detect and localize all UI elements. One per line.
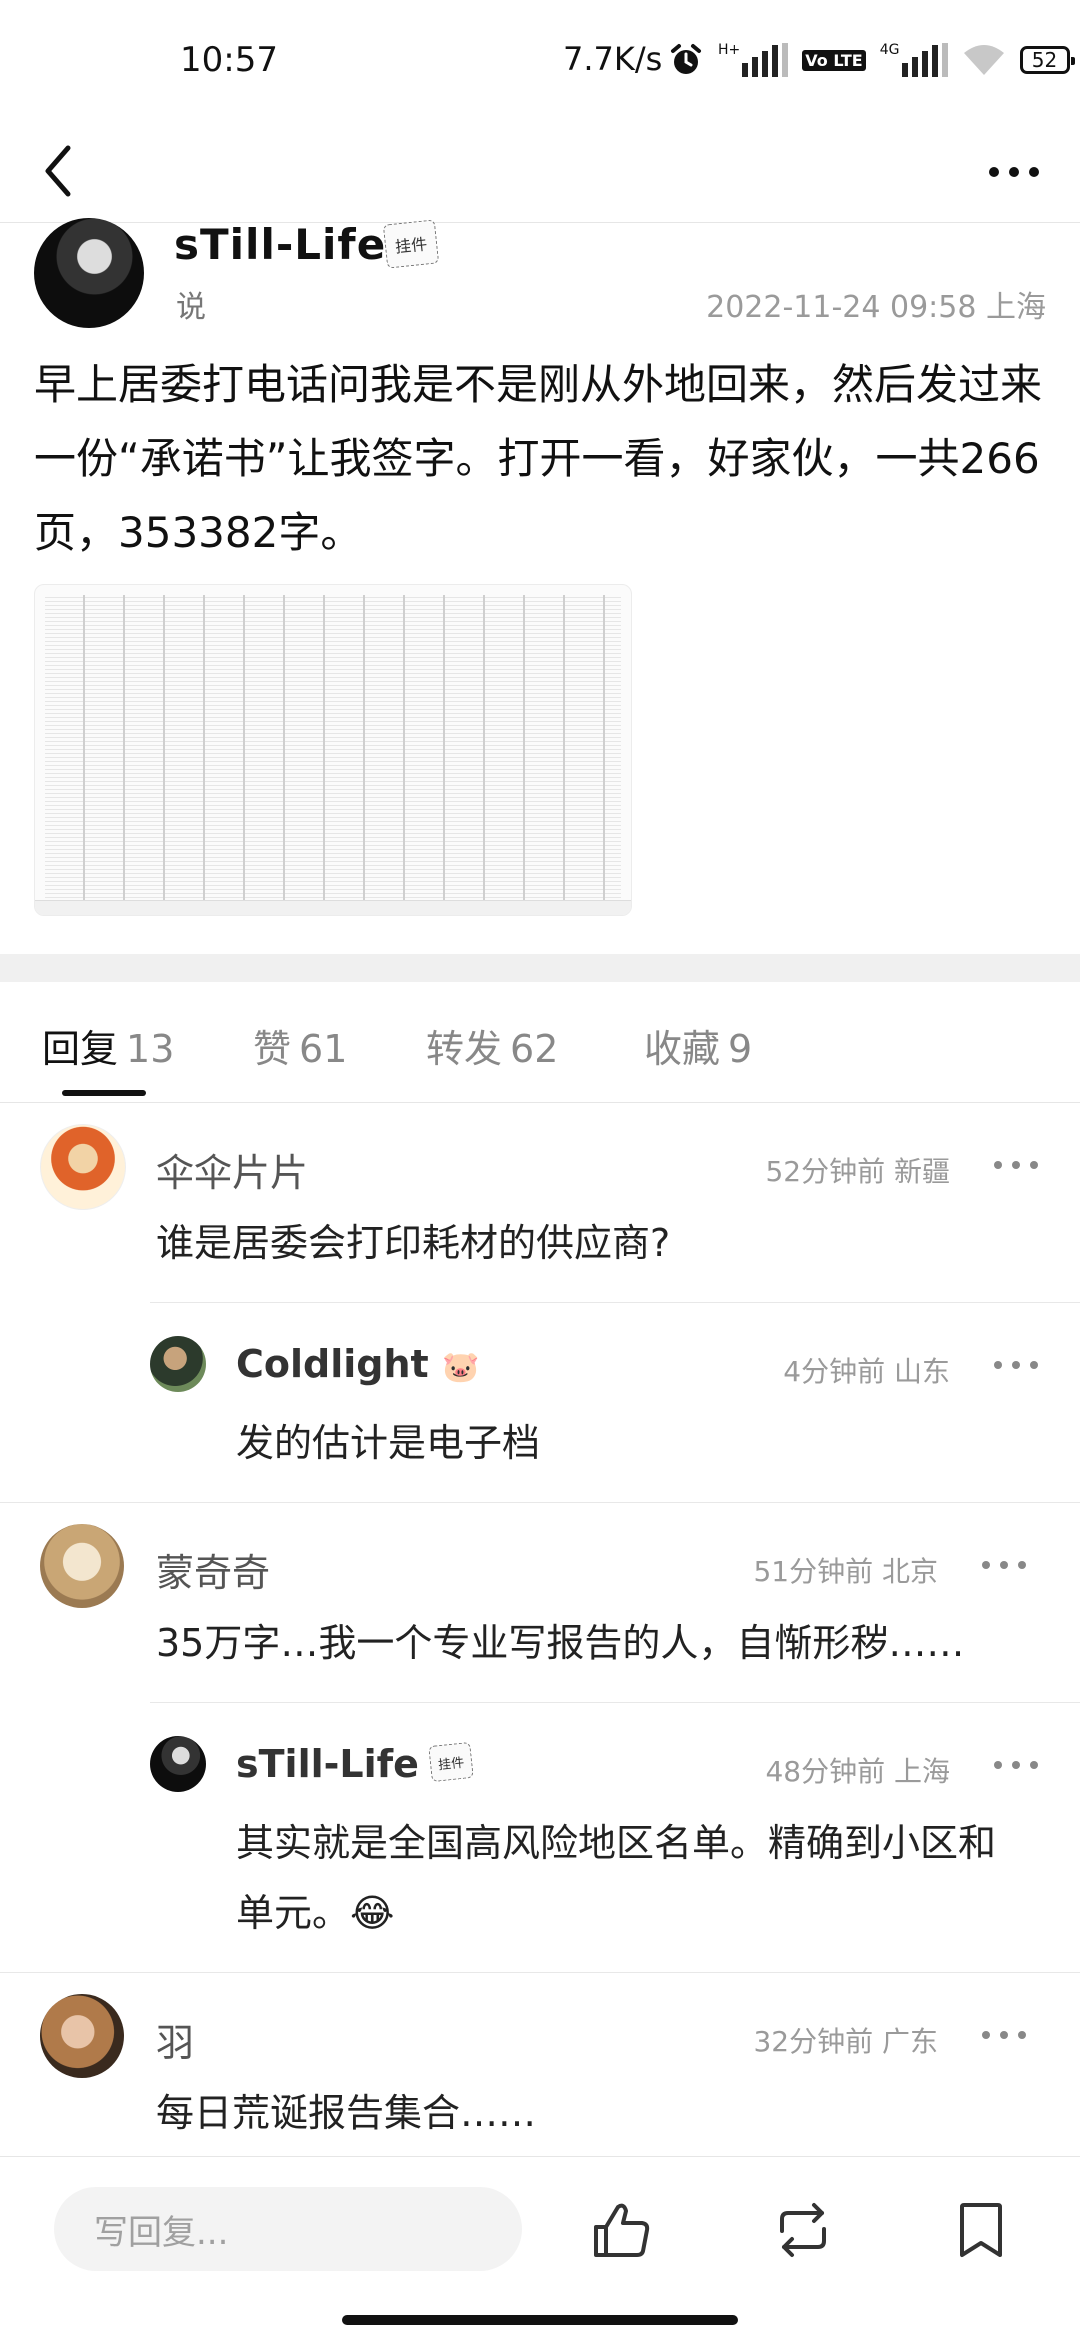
interaction-tabs: 回复 13 赞 61 转发 62 收藏 9 — [0, 982, 1080, 1103]
reply-author[interactable]: Coldlight 🐷 — [236, 1342, 479, 1386]
home-indicator[interactable] — [342, 2315, 738, 2325]
reply-text: 发的估计是电子档 — [236, 1421, 541, 1465]
reply-meta: 4分钟前 山东 — [783, 1355, 950, 1388]
reply-author-name: Coldlight — [236, 1342, 429, 1386]
comment-divider — [150, 1302, 1080, 1303]
section-divider — [0, 954, 1080, 982]
post-text: 早上居委打电话问我是不是刚从外地回来，然后发过来一份“承诺书”让我签字。打开一看… — [34, 360, 1043, 557]
pendant-badge: 挂件 — [428, 1741, 474, 1783]
bottom-action-bar: 写回复... — [0, 2156, 1080, 2341]
status-bar: 10:57 7.7K/s H+ Vo LTE 4G 52 — [0, 0, 1080, 120]
repost-icon[interactable] — [768, 2195, 838, 2265]
comment-author[interactable]: 伞伞片片 — [156, 1142, 308, 1197]
comment-text: 35万字…我一个专业写报告的人，自惭形秽…… — [156, 1621, 965, 1665]
spreadsheet-thumbnail — [45, 595, 621, 905]
network-speed: 7.7K/s — [563, 40, 663, 78]
tab-replies-label: 回复 — [42, 1027, 119, 1071]
more-dots-icon[interactable] — [978, 142, 1050, 202]
avatar[interactable] — [40, 1124, 126, 1210]
tab-likes-count: 61 — [299, 1027, 348, 1071]
avatar[interactable] — [150, 1336, 206, 1392]
comment-divider — [150, 1702, 1080, 1703]
tab-replies[interactable]: 回复 13 — [42, 1018, 174, 1073]
reply-text: 其实就是全国高风险地区名单。精确到小区和单元。😂 — [236, 1821, 997, 1935]
reply-meta: 48分钟前 上海 — [765, 1755, 950, 1788]
comment-more-icon[interactable] — [982, 2020, 1026, 2050]
volte-icon: Vo LTE — [802, 49, 866, 71]
tab-replies-count: 13 — [126, 1027, 175, 1071]
tab-reposts-count: 62 — [510, 1027, 559, 1071]
tab-favorites-label: 收藏 — [644, 1027, 721, 1071]
tab-reposts-label: 转发 — [426, 1027, 503, 1071]
alarm-icon — [671, 44, 701, 74]
reply-more-icon[interactable] — [994, 1350, 1038, 1380]
post-image[interactable] — [34, 584, 632, 916]
back-arrow-icon[interactable] — [30, 136, 90, 206]
tab-likes-label: 赞 — [253, 1027, 292, 1071]
bookmark-icon[interactable] — [946, 2195, 1016, 2265]
thumbs-up-icon[interactable] — [586, 2195, 656, 2265]
pig-badge-icon: 🐷 — [441, 1350, 480, 1385]
comment-author[interactable]: 蒙奇奇 — [156, 1542, 270, 1597]
comment-meta: 51分钟前 北京 — [753, 1555, 938, 1588]
reply-author[interactable]: sTill-Life — [236, 1742, 419, 1786]
network-type-label-2: 4G — [879, 42, 900, 58]
comment-divider — [0, 1972, 1080, 1973]
signal-icon-2 — [901, 43, 948, 77]
network-type-label: H+ — [718, 42, 741, 58]
battery-icon: 52 — [1019, 46, 1075, 74]
post-subtitle: 说 — [176, 290, 206, 325]
avatar[interactable] — [40, 1994, 124, 2078]
comment-meta: 32分钟前 广东 — [753, 2025, 938, 2058]
comment-meta: 52分钟前 新疆 — [765, 1155, 950, 1188]
avatar[interactable] — [40, 1524, 124, 1608]
wifi-icon — [963, 45, 1004, 75]
spreadsheet-footer — [35, 900, 631, 915]
tab-favorites-count: 9 — [728, 1027, 753, 1071]
reply-more-icon[interactable] — [994, 1750, 1038, 1780]
status-icons: H+ Vo LTE 4G 52 — [668, 42, 1075, 78]
author-avatar[interactable] — [34, 218, 144, 328]
post-timestamp-location: 2022-11-24 09:58 上海 — [706, 290, 1046, 325]
pendant-badge: 挂件 — [382, 219, 440, 269]
avatar[interactable] — [150, 1736, 206, 1792]
comment-more-icon[interactable] — [982, 1550, 1026, 1580]
tab-reposts[interactable]: 转发 62 — [426, 1018, 558, 1073]
comment-divider — [0, 1502, 1080, 1503]
comment-more-icon[interactable] — [994, 1150, 1038, 1180]
comment-text: 每日荒诞报告集合…… — [156, 2091, 537, 2135]
tab-active-indicator — [62, 1090, 146, 1096]
tab-favorites[interactable]: 收藏 9 — [644, 1018, 752, 1073]
tab-likes[interactable]: 赞 61 — [253, 1018, 347, 1073]
signal-icon — [742, 43, 789, 77]
author-name[interactable]: sTill-Life — [174, 220, 386, 269]
battery-level: 52 — [1031, 48, 1058, 72]
status-time: 10:57 — [180, 40, 278, 80]
comment-text: 谁是居委会打印耗材的供应商? — [156, 1221, 671, 1265]
comment-author[interactable]: 羽 — [156, 2012, 194, 2067]
nav-bar — [0, 120, 1080, 223]
reply-input[interactable]: 写回复... — [54, 2187, 522, 2271]
